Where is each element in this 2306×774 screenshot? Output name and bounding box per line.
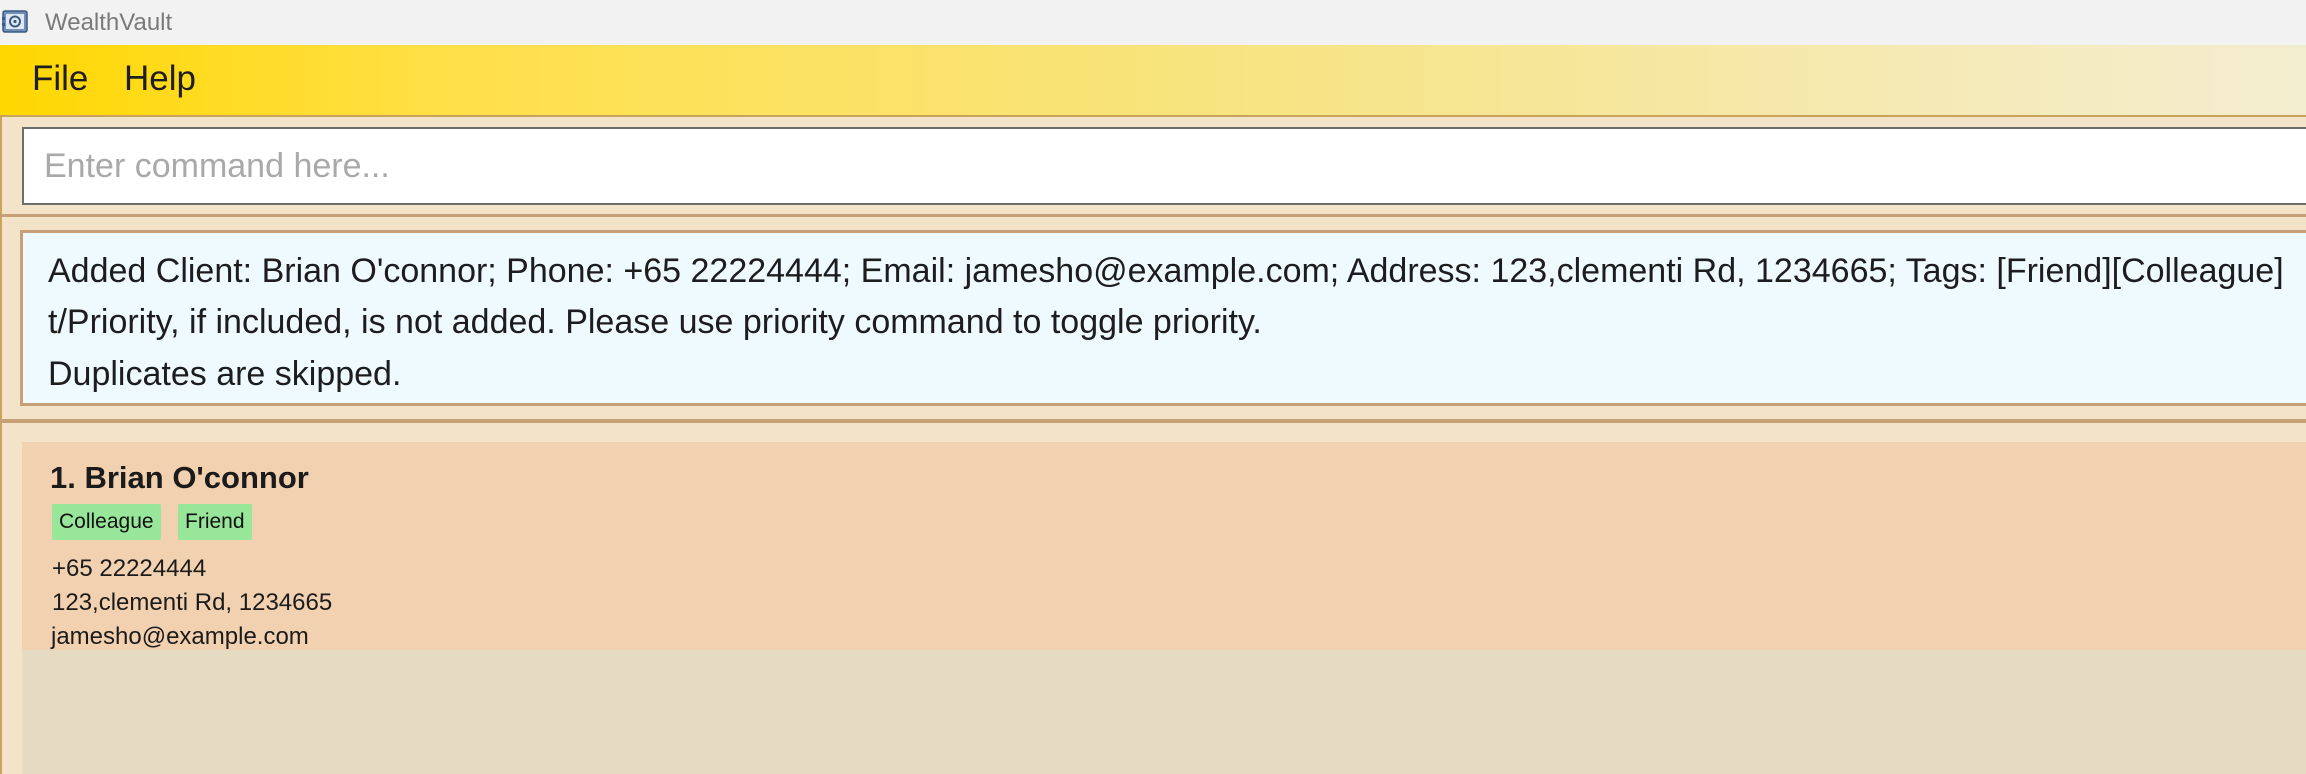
command-box (22, 127, 2306, 205)
divider (0, 214, 2306, 217)
command-input[interactable] (44, 129, 2304, 203)
result-display: Added Client: Brian O'connor; Phone: +65… (20, 230, 2306, 406)
client-address: 123,clementi Rd, 1234665 (52, 589, 333, 616)
client-tag: Friend (178, 504, 252, 540)
result-line: Added Client: Brian O'connor; Phone: +65… (48, 252, 2284, 290)
menu-file[interactable]: File (32, 59, 88, 99)
menu-help[interactable]: Help (124, 59, 196, 99)
result-line: t/Priority, if included, is not added. P… (48, 303, 1262, 341)
window-title: WealthVault (45, 9, 173, 36)
client-phone: +65 22224444 (52, 555, 207, 582)
title-bar: WealthVault (0, 0, 2306, 45)
divider (0, 419, 2306, 423)
result-line: Duplicates are skipped. (48, 355, 402, 393)
client-email: jamesho@example.com (51, 623, 309, 650)
client-name: 1. Brian O'connor (50, 460, 309, 495)
client-tag: Colleague (52, 504, 161, 540)
menu-bar: File Help (0, 45, 2306, 117)
app-icon (2, 10, 28, 33)
client-card[interactable]: 1. Brian O'connor Colleague Friend +65 2… (22, 442, 2306, 650)
client-list[interactable]: 1. Brian O'connor Colleague Friend +65 2… (22, 442, 2306, 774)
